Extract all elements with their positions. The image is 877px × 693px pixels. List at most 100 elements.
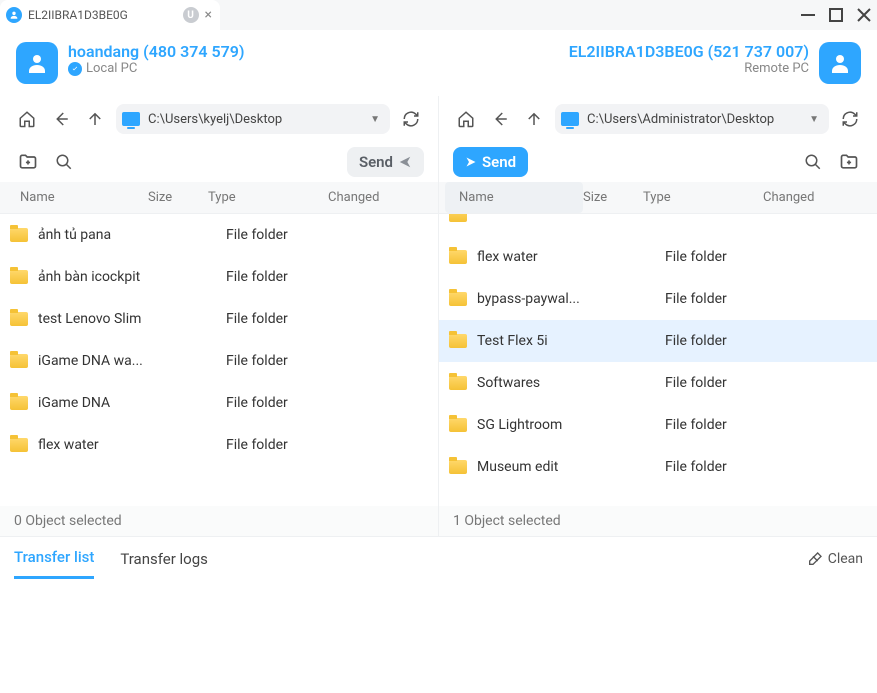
close-icon[interactable]: ×	[205, 7, 212, 23]
table-row[interactable]: bypass-paywal... File folder	[439, 278, 877, 320]
folder-icon	[10, 312, 28, 326]
file-name: bypass-paywal...	[477, 291, 605, 307]
refresh-icon[interactable]	[398, 106, 424, 132]
chevron-down-icon[interactable]: ▼	[805, 114, 823, 125]
titlebar: EL2IIBRA1D3BE0G U ×	[0, 0, 877, 30]
folder-icon	[449, 250, 467, 264]
col-changed[interactable]: Changed	[763, 190, 877, 205]
file-type: File folder	[665, 249, 785, 265]
local-file-list[interactable]: ảnh tủ pana File folder ảnh bàn icockpit Fi…	[0, 214, 438, 506]
file-name: ảnh tủ pana	[38, 227, 166, 243]
path-field[interactable]: C:\Users\Administrator\Desktop ▼	[555, 104, 829, 134]
file-name: flex water	[38, 437, 166, 453]
file-type: File folder	[665, 291, 785, 307]
window-close-icon[interactable]	[857, 8, 871, 22]
new-folder-icon[interactable]	[835, 148, 863, 176]
table-row[interactable]: iGame DNA wa...File folder	[0, 340, 438, 382]
table-row[interactable]: Museum editFile folder	[439, 446, 877, 488]
tab[interactable]: EL2IIBRA1D3BE0G U ×	[0, 0, 220, 30]
table-row[interactable]: SoftwaresFile folder	[439, 362, 877, 404]
table-row[interactable]: SG LightroomFile folder	[439, 404, 877, 446]
col-size[interactable]: Size	[148, 190, 208, 205]
search-icon[interactable]	[799, 148, 827, 176]
up-icon[interactable]	[82, 106, 108, 132]
tab-transfer-list[interactable]: Transfer list	[14, 538, 94, 579]
file-name: Test Flex 5i	[477, 333, 605, 349]
clean-label: Clean	[828, 551, 863, 567]
user-icon	[6, 7, 22, 23]
tab-transfer-logs[interactable]: Transfer logs	[120, 540, 208, 578]
folder-icon	[10, 228, 28, 242]
table-header: Name Size Type Changed	[0, 182, 438, 214]
path-field[interactable]: C:\Users\kyelj\Desktop ▼	[116, 104, 390, 134]
col-name[interactable]: Name	[10, 190, 148, 205]
folder-icon	[449, 292, 467, 306]
send-arrow-icon	[465, 156, 477, 168]
file-name: test Lenovo Slim	[38, 311, 166, 327]
remote-subtitle: Remote PC	[744, 61, 809, 76]
folder-icon	[449, 334, 467, 348]
send-button[interactable]: Send	[453, 147, 528, 177]
local-name: hoandang (480 374 579)	[68, 42, 245, 61]
header: hoandang (480 374 579) Local PC EL2IIBRA…	[0, 30, 877, 96]
send-arrow-icon	[398, 155, 412, 169]
file-name: SG Lightroom	[477, 417, 605, 433]
file-name: ảnh bàn icockpit	[38, 269, 166, 285]
col-type[interactable]: Type	[208, 190, 328, 205]
table-row[interactable]: flex waterFile folder	[0, 424, 438, 466]
search-icon[interactable]	[50, 148, 78, 176]
new-folder-icon[interactable]	[14, 148, 42, 176]
file-name: flex water	[477, 249, 605, 265]
file-type: File folder	[665, 333, 785, 349]
file-name: iGame DNA wa...	[38, 353, 166, 369]
file-name: Museum edit	[477, 459, 605, 475]
remote-file-list[interactable]: flex water File folder bypass-paywal... Fil…	[439, 214, 877, 506]
back-icon[interactable]	[48, 106, 74, 132]
minimize-icon[interactable]	[801, 8, 815, 22]
home-icon[interactable]	[453, 106, 479, 132]
eraser-icon	[807, 551, 823, 567]
refresh-icon[interactable]	[837, 106, 863, 132]
col-changed[interactable]: Changed	[328, 190, 438, 205]
table-row[interactable]: ảnh tủ pana File folder	[0, 214, 438, 256]
back-icon[interactable]	[487, 106, 513, 132]
file-type: File folder	[226, 311, 346, 327]
table-row[interactable]: Test Flex 5i File folder	[439, 320, 877, 362]
maximize-icon[interactable]	[829, 8, 843, 22]
send-button[interactable]: Send	[347, 147, 424, 177]
monitor-icon	[122, 112, 140, 126]
send-label: Send	[359, 153, 393, 171]
local-pane: C:\Users\kyelj\Desktop ▼ Send Name Size …	[0, 96, 438, 536]
folder-icon	[449, 460, 467, 474]
local-path: C:\Users\kyelj\Desktop	[148, 112, 358, 127]
folder-icon	[10, 354, 28, 368]
monitor-icon	[561, 112, 579, 126]
remote-status: 1 Object selected	[439, 506, 877, 536]
remote-pane: C:\Users\Administrator\Desktop ▼ Send Na…	[438, 96, 877, 536]
table-header: Name Size Type Changed	[439, 182, 877, 214]
home-icon[interactable]	[14, 106, 40, 132]
table-row[interactable]: ảnh bàn icockpit File folder	[0, 256, 438, 298]
table-row[interactable]: test Lenovo Slim File folder	[0, 298, 438, 340]
avatar	[819, 42, 861, 84]
file-type: File folder	[226, 227, 346, 243]
tab-badge: U	[183, 7, 199, 23]
local-subtitle: Local PC	[86, 61, 137, 76]
col-type[interactable]: Type	[643, 190, 763, 205]
window-controls	[801, 0, 871, 30]
remote-name: EL2IIBRA1D3BE0G (521 737 007)	[569, 42, 809, 61]
folder-icon	[10, 438, 28, 452]
table-row[interactable]	[439, 214, 877, 236]
folder-icon	[449, 418, 467, 432]
chevron-down-icon[interactable]: ▼	[366, 114, 384, 125]
up-icon[interactable]	[521, 106, 547, 132]
table-row[interactable]: flex water File folder	[439, 236, 877, 278]
file-type: File folder	[226, 269, 346, 285]
col-size[interactable]: Size	[583, 190, 643, 205]
col-name[interactable]: Name	[445, 182, 583, 213]
clean-button[interactable]: Clean	[807, 551, 863, 567]
table-row[interactable]: iGame DNAFile folder	[0, 382, 438, 424]
file-name: iGame DNA	[38, 395, 166, 411]
tab-title: EL2IIBRA1D3BE0G	[28, 8, 177, 22]
send-label: Send	[482, 153, 516, 171]
